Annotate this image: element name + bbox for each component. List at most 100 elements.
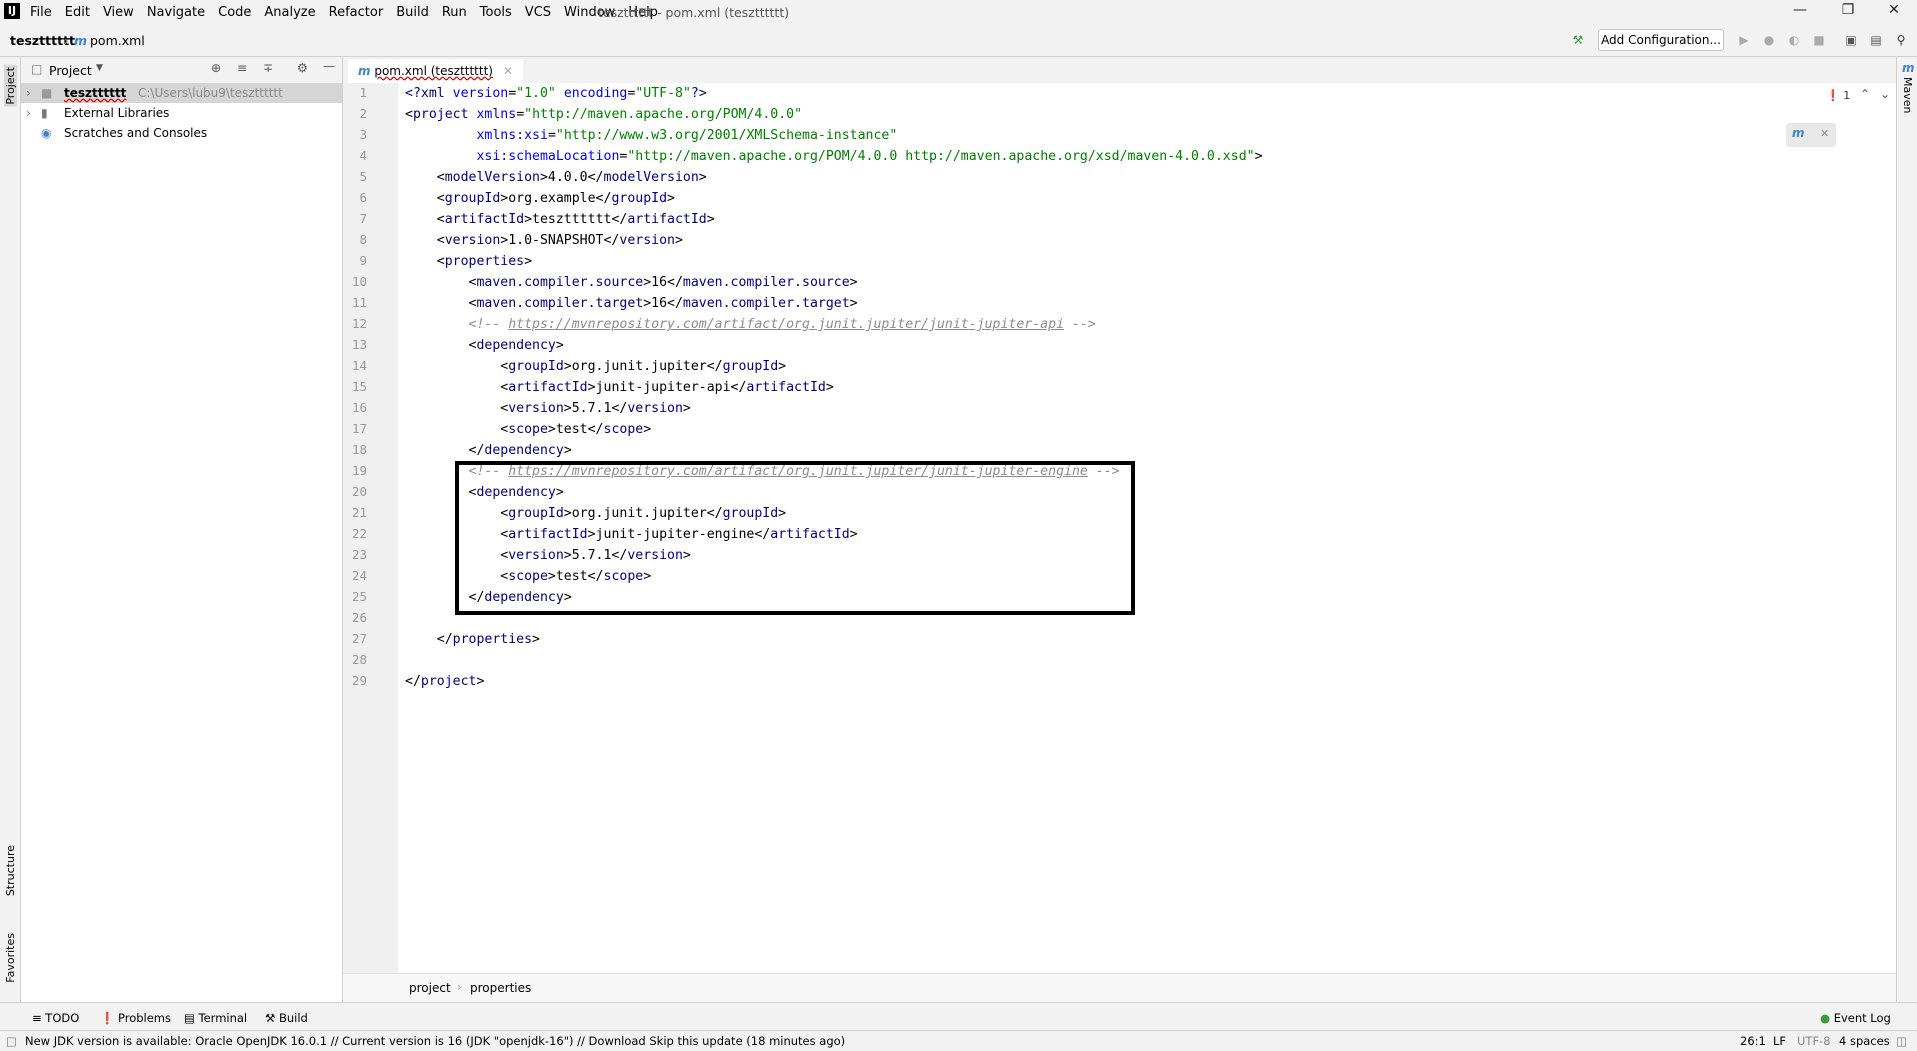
- line-number: 27: [351, 631, 367, 646]
- menu-build[interactable]: Build: [396, 5, 429, 20]
- tree-item-project[interactable]: › ■ tesztttttt C:\Users\lubu9\tesztttttt: [21, 83, 342, 103]
- line-number: 17: [351, 421, 367, 436]
- chevron-right-icon[interactable]: ›: [26, 83, 31, 103]
- project-panel-header: □ Project ▼ ⊕ ≡ ∓ ⚙ —: [21, 57, 342, 84]
- expand-all-icon[interactable]: ≡: [237, 61, 247, 75]
- left-tool-stripe: Project Structure Favorites: [0, 57, 21, 1002]
- coverage-icon[interactable]: ◐: [1786, 32, 1802, 48]
- event-log-icon: ●: [1820, 1011, 1831, 1025]
- line-number: 1: [359, 85, 367, 100]
- file-encoding[interactable]: UTF-8: [1797, 1034, 1831, 1048]
- todo-tool-button[interactable]: ≡ TODO: [32, 1011, 79, 1025]
- build-hammer-icon[interactable]: ⚒: [1570, 32, 1586, 48]
- code-line: <project xmlns="http://maven.apache.org/…: [405, 107, 803, 122]
- next-highlight-icon[interactable]: ⌄: [1880, 87, 1890, 101]
- lock-icon[interactable]: ◫: [1896, 1034, 1907, 1048]
- chevron-down-icon[interactable]: ▼: [96, 63, 103, 73]
- chevron-right-icon[interactable]: ›: [26, 103, 31, 123]
- error-icon: ❗: [1826, 89, 1840, 102]
- close-window-icon[interactable]: ✕: [1876, 2, 1912, 22]
- hammer-icon: ⚒: [265, 1011, 276, 1025]
- status-message[interactable]: New JDK version is available: Oracle Ope…: [25, 1034, 845, 1048]
- tool-label: Problems: [117, 1011, 171, 1025]
- maven-icon: m: [1902, 61, 1915, 75]
- line-separator[interactable]: LF: [1773, 1034, 1786, 1048]
- line-number: 15: [351, 379, 367, 394]
- intellij-logo-icon: IJ: [4, 3, 20, 19]
- previous-highlight-icon[interactable]: ⌃: [1860, 87, 1870, 101]
- code-line: <groupId>org.junit.jupiter</groupId>: [405, 359, 787, 374]
- menu-tools[interactable]: Tools: [480, 5, 512, 20]
- line-number: 6: [359, 190, 367, 205]
- menu-refactor[interactable]: Refactor: [329, 5, 384, 20]
- menu-navigate[interactable]: Navigate: [147, 5, 205, 20]
- favorites-tool-button[interactable]: Favorites: [4, 933, 17, 983]
- code-line: xmlns:xsi="http://www.w3.org/2001/XMLSch…: [476, 128, 898, 143]
- hide-icon[interactable]: —: [323, 59, 335, 73]
- problems-tool-button[interactable]: ❗ Problems: [100, 1011, 171, 1025]
- folder-icon: ■: [41, 86, 53, 100]
- caret-position[interactable]: 26:1: [1740, 1034, 1766, 1048]
- build-tool-button[interactable]: ⚒ Build: [265, 1011, 308, 1025]
- tree-item-external-libraries[interactable]: › ▮ External Libraries: [21, 103, 342, 123]
- line-number: 28: [351, 652, 367, 667]
- tool-label: TODO: [45, 1011, 80, 1025]
- locate-icon[interactable]: ⊕: [211, 61, 221, 75]
- menu-view[interactable]: View: [103, 5, 134, 20]
- search-icon[interactable]: ⚲: [1893, 32, 1909, 48]
- breadcrumb-properties[interactable]: properties: [470, 981, 531, 995]
- project-tool-button[interactable]: Project: [4, 65, 17, 107]
- code-line: <!-- https://mvnrepository.com/artifact/…: [468, 317, 1096, 332]
- indent-setting[interactable]: 4 spaces: [1839, 1034, 1890, 1048]
- close-popup-icon[interactable]: ✕: [1820, 127, 1829, 140]
- line-number: 10: [351, 274, 367, 289]
- tree-item-scratches[interactable]: ◉ Scratches and Consoles: [21, 123, 342, 143]
- line-number: 4: [359, 148, 367, 163]
- code-line: <modelVersion>4.0.0</modelVersion>: [405, 170, 707, 185]
- run-icon[interactable]: ▶: [1736, 32, 1752, 48]
- code-line: <version>5.7.1</version>: [405, 401, 691, 416]
- menu-run[interactable]: Run: [442, 5, 467, 20]
- menu-vcs[interactable]: VCS: [525, 5, 551, 20]
- project-structure-icon[interactable]: ▣: [1843, 32, 1859, 48]
- line-number: 13: [351, 337, 367, 352]
- line-number: 7: [359, 211, 367, 226]
- layout-icon[interactable]: ▤: [1868, 32, 1884, 48]
- restore-icon[interactable]: ❐: [1830, 2, 1866, 22]
- menu-code[interactable]: Code: [218, 5, 251, 20]
- code-line: </properties>: [405, 632, 540, 647]
- chevron-right-icon: ›: [64, 33, 69, 48]
- debug-icon[interactable]: ●: [1761, 32, 1777, 48]
- breadcrumb-project[interactable]: project: [409, 981, 451, 995]
- menu-edit[interactable]: Edit: [65, 5, 90, 20]
- tool-label: Build: [278, 1011, 308, 1025]
- line-number-gutter: 1 2 3 4 5 6 7 8 9 10 11 12 13 14 15 16 1…: [343, 83, 398, 973]
- line-number: 11: [351, 295, 367, 310]
- status-window-icon[interactable]: □: [6, 1034, 17, 1048]
- event-log-button[interactable]: ● Event Log: [1820, 1011, 1891, 1025]
- maven-reload-popup: m ✕: [1786, 123, 1836, 147]
- terminal-tool-button[interactable]: ▤ Terminal: [184, 1011, 247, 1025]
- nav-file[interactable]: pom.xml: [90, 33, 145, 48]
- line-number: 8: [359, 232, 367, 247]
- stop-icon[interactable]: ■: [1811, 32, 1827, 48]
- menu-file[interactable]: File: [30, 5, 52, 20]
- tab-label: pom.xml (tesztttttt): [374, 64, 493, 78]
- minimize-icon[interactable]: —: [1782, 2, 1818, 22]
- maven-tool-button[interactable]: Maven: [1901, 77, 1914, 113]
- tree-item-label: Scratches and Consoles: [64, 126, 208, 140]
- gear-icon[interactable]: ⚙: [297, 61, 308, 75]
- code-line: <scope>test</scope>: [405, 422, 652, 437]
- structure-tool-button[interactable]: Structure: [4, 845, 17, 896]
- code-line: <artifactId>tesztttttt</artifactId>: [405, 212, 715, 227]
- error-indicator[interactable]: ❗ 1: [1826, 89, 1850, 102]
- collapse-all-icon[interactable]: ∓: [263, 61, 273, 75]
- maven-reload-icon[interactable]: m: [1792, 126, 1805, 140]
- tab-pom-xml[interactable]: m pom.xml (tesztttttt) ✕: [348, 59, 523, 86]
- code-line: </project>: [405, 674, 485, 689]
- project-view-dropdown[interactable]: Project: [49, 63, 92, 78]
- add-configuration-button[interactable]: Add Configuration...: [1598, 29, 1724, 51]
- close-tab-icon[interactable]: ✕: [503, 64, 513, 78]
- menu-analyze[interactable]: Analyze: [264, 5, 315, 20]
